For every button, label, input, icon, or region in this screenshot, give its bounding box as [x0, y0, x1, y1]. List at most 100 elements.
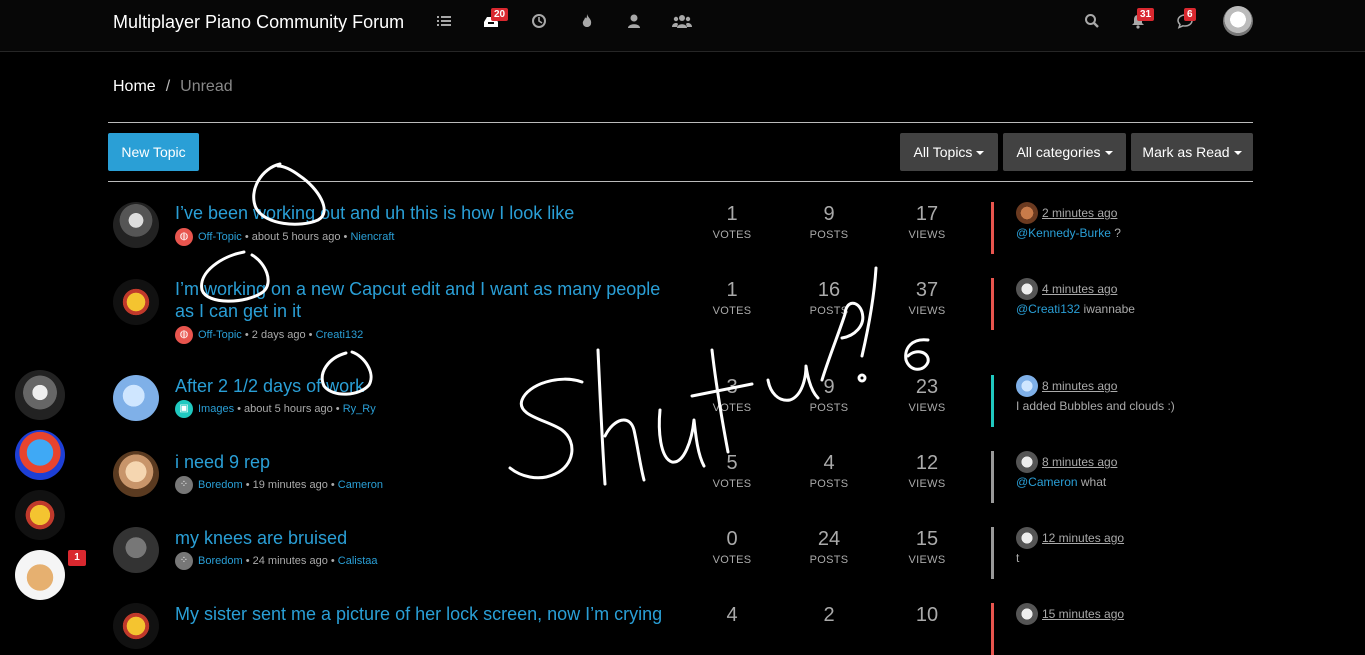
topic-category[interactable]: Off-Topic — [198, 329, 242, 341]
last-post-time[interactable]: 15 minutes ago — [1042, 607, 1124, 621]
views-count: 23 — [915, 376, 939, 398]
last-post-snippet: t — [1016, 551, 1020, 565]
topic-author-avatar[interactable] — [113, 279, 159, 325]
topic-author-avatar[interactable] — [113, 527, 159, 573]
topic-title[interactable]: i need 9 rep — [175, 451, 675, 473]
posts-label: POSTS — [809, 554, 849, 566]
user-icon[interactable] — [625, 13, 643, 31]
globe-icon: ◍ — [175, 228, 193, 246]
last-post-text: @Kennedy-Burke ? — [1016, 226, 1121, 240]
topic-category[interactable]: Images — [198, 403, 234, 415]
topic-author[interactable]: Ry_Ry — [343, 403, 376, 415]
last-post-time[interactable]: 8 minutes ago — [1042, 455, 1117, 469]
views-label: VIEWS — [908, 229, 946, 241]
last-post: 4 minutes ago @Creati132 iwannabe — [991, 278, 1251, 330]
last-post-avatar[interactable] — [1016, 527, 1038, 549]
topic-author-avatar[interactable] — [113, 375, 159, 421]
views-label: VIEWS — [908, 402, 946, 414]
topic-author[interactable]: Creati132 — [316, 329, 364, 341]
topic-category[interactable]: Off-Topic — [198, 231, 242, 243]
fire-icon[interactable] — [578, 13, 596, 31]
votes-count: 3 — [726, 376, 738, 398]
list-icon[interactable] — [435, 13, 453, 31]
votes-stat: 1 VOTES — [702, 203, 762, 241]
last-post-avatar[interactable] — [1016, 375, 1038, 397]
topic-age: about 5 hours ago — [251, 230, 341, 243]
topic-author-avatar[interactable] — [113, 451, 159, 497]
topic-title[interactable]: After 2 1/2 days of work — [175, 375, 675, 397]
divider-toolbar — [108, 181, 1253, 182]
topic-title[interactable]: my knees are bruised — [175, 527, 675, 549]
topic-author-avatar[interactable] — [113, 202, 159, 248]
views-count: 12 — [915, 452, 939, 474]
all-topics-dropdown[interactable]: All Topics — [900, 133, 998, 171]
last-post-avatar[interactable] — [1016, 451, 1038, 473]
last-post: 8 minutes ago I added Bubbles and clouds… — [991, 375, 1251, 427]
last-post-time[interactable]: 8 minutes ago — [1042, 379, 1117, 393]
last-post-time[interactable]: 4 minutes ago — [1042, 282, 1117, 296]
new-topic-button[interactable]: New Topic — [108, 133, 199, 171]
user-avatar[interactable] — [1223, 6, 1253, 36]
topic-author[interactable]: Niencraft — [350, 231, 394, 243]
votes-count: 4 — [726, 604, 738, 626]
posts-count: 2 — [823, 604, 835, 626]
posts-label: POSTS — [809, 402, 849, 414]
last-post-snippet: I added Bubbles and clouds :) — [1016, 399, 1175, 413]
image-icon: ▣ — [175, 400, 193, 418]
posts-stat: 16 POSTS — [799, 279, 859, 317]
posts-stat: 24 POSTS — [799, 528, 859, 566]
mark-as-read-dropdown[interactable]: Mark as Read — [1131, 133, 1253, 171]
breadcrumb-home[interactable]: Home — [113, 78, 156, 95]
topic-category[interactable]: Boredom — [198, 555, 243, 567]
forum-brand[interactable]: Multiplayer Piano Community Forum — [113, 12, 404, 33]
divider-top — [108, 122, 1253, 123]
dots-icon: ⁘ — [175, 552, 193, 570]
views-count: 37 — [915, 279, 939, 301]
chat-badge: 6 — [1184, 8, 1196, 21]
last-post-time[interactable]: 2 minutes ago — [1042, 206, 1117, 220]
mark-as-read-label: Mark as Read — [1142, 144, 1230, 160]
last-post-mention[interactable]: @Cameron — [1016, 475, 1078, 489]
chat-avatar-badge: 1 — [68, 550, 86, 566]
topic-author[interactable]: Cameron — [338, 479, 383, 491]
users-icon[interactable] — [672, 13, 692, 31]
last-post-time[interactable]: 12 minutes ago — [1042, 531, 1124, 545]
last-post: 2 minutes ago @Kennedy-Burke ? — [991, 202, 1251, 254]
posts-label: POSTS — [809, 478, 849, 490]
last-post-text: @Cameron what — [1016, 475, 1106, 489]
chat-avatar[interactable] — [15, 550, 65, 600]
views-stat: 37 VIEWS — [897, 279, 957, 317]
globe-icon: ◍ — [175, 326, 193, 344]
caret-down-icon — [976, 151, 985, 156]
chat-avatar[interactable] — [15, 490, 65, 540]
topic-author[interactable]: Calistaa — [338, 555, 378, 567]
search-icon[interactable] — [1083, 13, 1101, 31]
topic-author-avatar[interactable] — [113, 603, 159, 649]
clock-icon[interactable] — [530, 13, 548, 31]
top-navbar: Multiplayer Piano Community Forum 20 31 … — [0, 0, 1365, 52]
views-label: VIEWS — [908, 554, 946, 566]
last-post-mention[interactable]: @Kennedy-Burke — [1016, 226, 1111, 240]
last-post-text: @Creati132 iwannabe — [1016, 302, 1135, 316]
last-post-snippet: iwannabe — [1080, 302, 1135, 316]
views-count: 17 — [915, 203, 939, 225]
topic-title[interactable]: My sister sent me a picture of her lock … — [175, 603, 735, 625]
chat-avatar[interactable] — [15, 370, 65, 420]
votes-stat: 5 VOTES — [702, 452, 762, 490]
topic-title[interactable]: I’ve been working out and uh this is how… — [175, 202, 675, 224]
last-post: 12 minutes ago t — [991, 527, 1251, 579]
all-categories-dropdown[interactable]: All categories — [1003, 133, 1126, 171]
last-post-avatar[interactable] — [1016, 202, 1038, 224]
last-post-avatar[interactable] — [1016, 603, 1038, 625]
topic-title[interactable]: I’m working on a new Capcut edit and I w… — [175, 278, 675, 322]
votes-count: 0 — [726, 528, 738, 550]
notifications-badge: 31 — [1137, 8, 1155, 21]
last-post-avatar[interactable] — [1016, 278, 1038, 300]
views-stat: 10 — [897, 604, 957, 626]
votes-count: 5 — [726, 452, 738, 474]
chat-avatar[interactable] — [15, 430, 65, 480]
last-post-mention[interactable]: @Creati132 — [1016, 302, 1080, 316]
views-stat: 12 VIEWS — [897, 452, 957, 490]
topic-category[interactable]: Boredom — [198, 479, 243, 491]
last-post-snippet: ? — [1110, 226, 1121, 240]
